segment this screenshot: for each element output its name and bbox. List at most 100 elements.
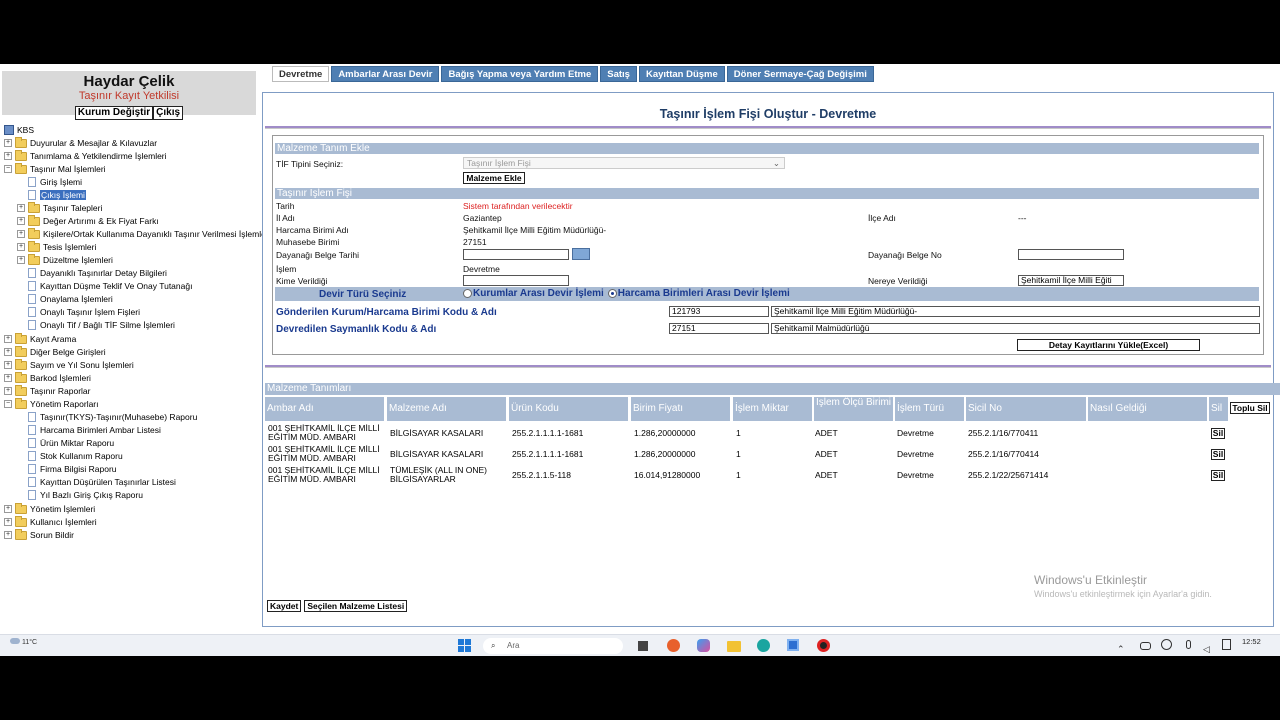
expand-icon[interactable]: + (4, 139, 12, 147)
tree-item[interactable]: + Kayıt Arama (4, 332, 76, 345)
expand-icon[interactable]: + (4, 361, 12, 369)
expand-icon[interactable]: + (17, 256, 25, 264)
expand-icon[interactable]: + (4, 348, 12, 356)
bulk-delete-button[interactable]: Toplu Sil (1230, 402, 1270, 414)
load-excel-button[interactable]: Detay Kayıtlarını Yükle(Excel) (1017, 339, 1200, 351)
windows-start-icon[interactable] (458, 639, 472, 653)
microphone-icon[interactable] (1182, 639, 1196, 653)
folder-icon (28, 240, 40, 252)
tree-item[interactable]: + Taşınır Talepleri (17, 201, 102, 214)
tree-item[interactable]: + Değer Artırımı & Ek Fiyat Farkı (17, 214, 159, 227)
tif-type-select[interactable]: Taşınır İşlem Fişi ⌄ (463, 157, 785, 169)
expand-icon[interactable]: + (17, 230, 25, 238)
tree-item[interactable]: + Barkod İşlemleri (4, 371, 91, 384)
table-cell: ADET (815, 449, 838, 459)
tree-item[interactable]: Giriş İşlemi (17, 176, 82, 188)
expand-icon[interactable]: + (4, 505, 12, 513)
office-name-input[interactable]: Şehitkamil Malmüdürlüğü (771, 323, 1260, 334)
sender-name-input[interactable]: Şehitkamil İlçe Milli Eğitim Müdürlüğü- (771, 306, 1260, 317)
doc-date-input[interactable] (463, 249, 569, 260)
expand-icon[interactable]: + (17, 243, 25, 251)
add-material-button[interactable]: Malzeme Ekle (463, 172, 525, 184)
chevron-up-icon[interactable]: ⌃ (1117, 639, 1131, 654)
tree-item[interactable]: Firma Bilgisi Raporu (17, 463, 117, 475)
copilot-icon[interactable] (697, 639, 711, 653)
tree-item[interactable]: + Taşınır Raporlar (4, 384, 90, 397)
store-icon[interactable] (787, 639, 801, 653)
sender-code-input[interactable]: 121793 (669, 306, 769, 317)
calendar-icon[interactable] (572, 248, 590, 260)
tree-item[interactable]: Stok Kullanım Raporu (17, 450, 123, 462)
tab-bar: Devretme Ambarlar Arası Devir Bağış Yapma … (272, 66, 876, 82)
edge-icon[interactable] (757, 639, 771, 653)
tree-root[interactable]: KBS (4, 124, 34, 136)
record-app-icon[interactable] (817, 639, 831, 653)
expand-icon[interactable]: + (4, 374, 12, 382)
given-where-input[interactable]: Şehitkamil İlçe Milli Eğiti (1018, 275, 1124, 286)
tree-item[interactable]: Onaylı Taşınır İşlem Fişleri (17, 306, 140, 318)
tree-item[interactable]: + Kullanıcı İşlemleri (4, 515, 97, 528)
collapse-icon[interactable]: − (4, 400, 12, 408)
taskbar-search[interactable]: ⌕ Ara (483, 638, 623, 654)
volume-icon[interactable]: ◁ (1203, 639, 1217, 654)
tree-item[interactable]: + Diğer Belge Girişleri (4, 345, 106, 358)
firefox-icon[interactable] (667, 639, 681, 653)
delete-row-button[interactable]: Sil (1211, 449, 1225, 460)
given-to-input[interactable] (463, 275, 569, 286)
expand-icon[interactable]: + (4, 387, 12, 395)
tab-1[interactable]: Ambarlar Arası Devir (331, 66, 440, 82)
tree-item-label: Yönetim İşlemleri (30, 504, 96, 514)
tree-item[interactable]: Onaylı Tif / Bağlı TİF Silme İşlemleri (17, 319, 175, 331)
folder-icon (15, 502, 27, 514)
tab-4[interactable]: Kayıttan Düşme (638, 66, 725, 82)
selected-list-button[interactable]: Seçilen Malzeme Listesi (304, 600, 408, 612)
tree-item[interactable]: Harcama Birimleri Ambar Listesi (17, 424, 161, 436)
expand-icon[interactable]: + (4, 335, 12, 343)
network-icon[interactable] (1161, 639, 1175, 653)
radio-inter-org-label: Kurumlar Arası Devir İşlemi (473, 288, 604, 299)
tree-item[interactable]: Kayıttan Düşürülen Taşınırlar Listesi (17, 476, 176, 488)
tree-item[interactable]: Ürün Miktar Raporu (17, 437, 114, 449)
tree-item[interactable]: + Sorun Bildir (4, 528, 74, 541)
language-icon[interactable] (1222, 639, 1236, 653)
doc-no-input[interactable] (1018, 249, 1124, 260)
tab-2[interactable]: Bağış Yapma veya Yardım Etme (441, 66, 599, 82)
tab-5[interactable]: Döner Sermaye-Çağ Değişimi (726, 66, 874, 82)
delete-row-button[interactable]: Sil (1211, 428, 1225, 439)
tree-item[interactable]: Yıl Bazlı Giriş Çıkış Raporu (17, 489, 143, 501)
tree-item[interactable]: + Tanımlama & Yetkilendirme İşlemleri (4, 149, 167, 162)
radio-inter-unit[interactable] (607, 289, 617, 298)
tree-item[interactable]: + Düzeltme İşlemleri (17, 253, 113, 266)
onedrive-icon[interactable] (1140, 639, 1154, 653)
tree-item[interactable]: + Kişilere/Ortak Kullanıma Dayanıklı Taşı… (17, 227, 271, 240)
radio-inter-org[interactable] (463, 289, 472, 298)
tree-item[interactable]: Onaylama İşlemleri (17, 293, 113, 305)
expand-icon[interactable]: + (4, 152, 12, 160)
expand-icon[interactable]: + (4, 531, 12, 539)
tree-item[interactable]: Kayıttan Düşme Teklif Ve Onay Tutanağı (17, 280, 192, 292)
tree-item[interactable]: Taşınır(TKYS)-Taşınır(Muhasebe) Raporu (17, 411, 197, 423)
save-button[interactable]: Kaydet (267, 600, 302, 612)
tab-0[interactable]: Devretme (272, 66, 330, 82)
collapse-icon[interactable]: − (4, 165, 12, 173)
delete-row-button[interactable]: Sil (1211, 470, 1225, 481)
expand-icon[interactable]: + (4, 518, 12, 526)
tree-item[interactable]: + Duyurular & Mesajlar & Kılavuzlar (4, 136, 157, 149)
tab-3[interactable]: Satış (600, 66, 637, 82)
tree-item[interactable]: Çıkış İşlemi (17, 189, 86, 201)
office-code-input[interactable]: 27151 (669, 323, 769, 334)
expand-icon[interactable]: + (17, 217, 25, 225)
task-view-icon[interactable] (636, 639, 650, 653)
tree-item[interactable]: − Taşınır Mal İşlemleri (4, 162, 106, 175)
tree-item[interactable]: Dayanıklı Taşınırlar Detay Bilgileri (17, 267, 167, 279)
taskbar-clock[interactable]: 12:52 (1242, 637, 1261, 646)
tree-item[interactable]: + Yönetim İşlemleri (4, 502, 96, 515)
tree-item[interactable]: + Sayım ve Yıl Sonu İşlemleri (4, 358, 134, 371)
expand-icon[interactable]: + (17, 204, 25, 212)
change-org-button[interactable]: Kurum Değiştir (74, 106, 154, 120)
tree-item[interactable]: − Yönetim Raporları (4, 397, 99, 410)
weather-widget[interactable]: 11°C (10, 638, 37, 647)
tree-item[interactable]: + Tesis İşlemleri (17, 240, 96, 253)
file-explorer-icon[interactable] (727, 639, 741, 653)
logout-button[interactable]: Çıkış (153, 106, 184, 120)
